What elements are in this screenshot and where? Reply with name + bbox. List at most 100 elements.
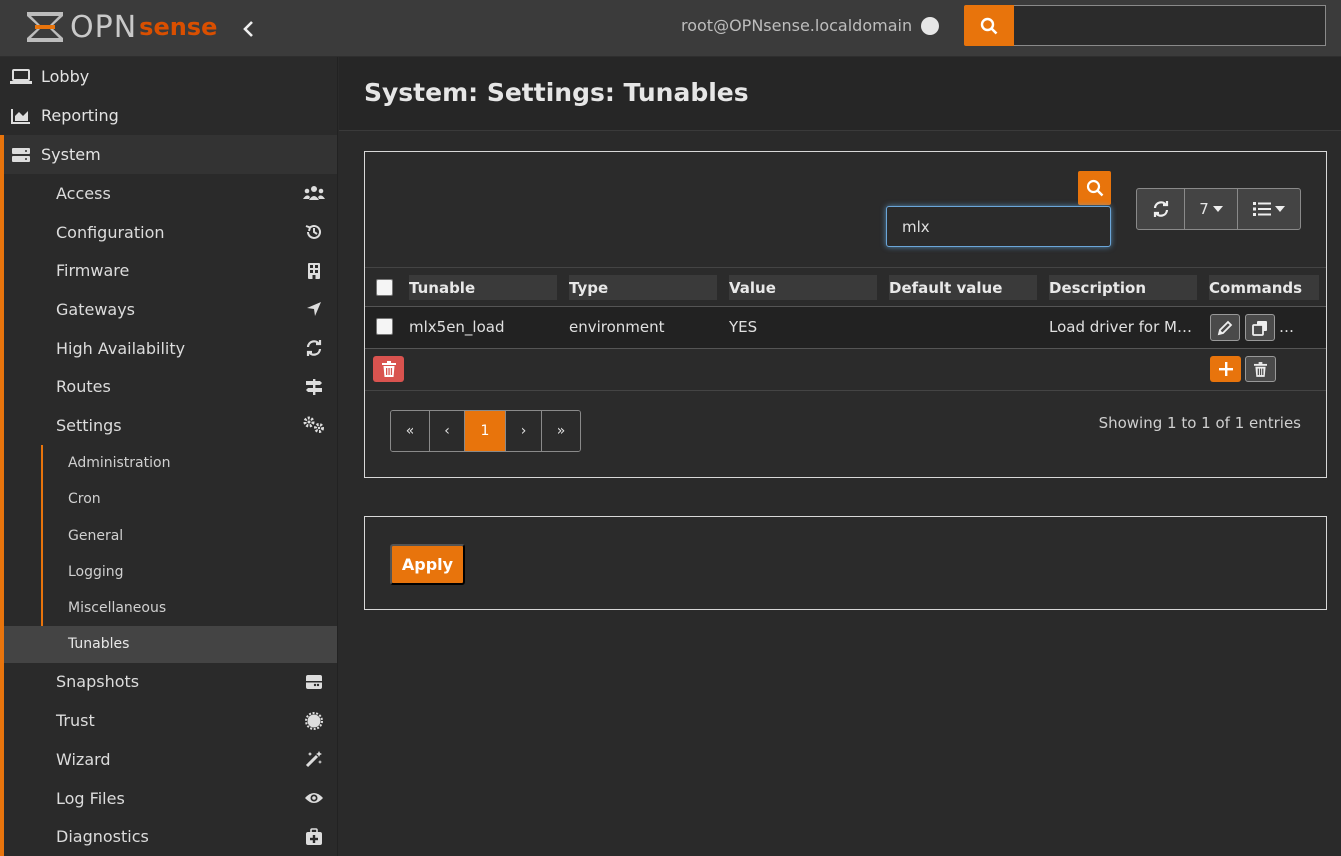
sidebar-item-log-files[interactable]: Log Files <box>4 779 337 818</box>
sidebar-subitem-logging[interactable]: Logging <box>4 554 337 590</box>
sidebar-item-label: Diagnostics <box>56 827 149 847</box>
page-title: System: Settings: Tunables <box>364 78 749 107</box>
settings-submenu: Administration Cron General Logging Misc… <box>4 444 337 663</box>
certificate-icon <box>303 711 325 731</box>
sidebar-subitem-cron[interactable]: Cron <box>4 481 337 517</box>
cell-type: environment <box>569 318 665 336</box>
cell-value: YES <box>729 318 758 336</box>
refresh-icon <box>1153 201 1168 217</box>
logo-text-main: OPN <box>70 9 138 45</box>
trash-icon <box>1254 361 1267 377</box>
clone-icon <box>1252 320 1267 336</box>
sidebar-item-label: Configuration <box>56 222 165 242</box>
search-icon <box>980 17 998 34</box>
sidebar-item-configuration[interactable]: Configuration <box>4 213 337 252</box>
sidebar-item-label: Settings <box>56 415 122 435</box>
pagination-next[interactable]: › <box>506 411 542 451</box>
delete-button[interactable] <box>1245 356 1276 382</box>
column-selector-dropdown[interactable] <box>1238 189 1300 229</box>
grid-search-button[interactable] <box>1078 171 1111 205</box>
table-row[interactable]: mlx5en_load environment YES Load driver … <box>365 307 1326 349</box>
sidebar-collapse-button[interactable] <box>238 16 260 42</box>
cogs-icon <box>303 415 325 435</box>
cell-description: Load driver for M… <box>1049 318 1192 336</box>
pagination-page-1[interactable]: 1 <box>465 411 506 451</box>
global-search-button[interactable] <box>964 5 1014 46</box>
building-icon <box>303 261 325 281</box>
trash-icon <box>381 361 396 377</box>
sidebar-item-label: High Availability <box>56 338 186 358</box>
tunables-grid-panel: 7 Tunable Type Value Default value Descr… <box>364 151 1327 478</box>
cell-tunable: mlx5en_load <box>409 318 505 336</box>
logo-text-sense: sense <box>139 13 218 41</box>
laptop-icon <box>10 68 32 86</box>
sidebar-item-firmware[interactable]: Firmware <box>4 251 337 290</box>
pagination: « ‹ 1 › » <box>390 410 581 452</box>
pagination-first[interactable]: « <box>391 411 430 451</box>
sidebar-item-lobby[interactable]: Lobby <box>0 57 337 96</box>
row-select-checkbox[interactable] <box>376 318 393 335</box>
sidebar-subitem-miscellaneous[interactable]: Miscellaneous <box>4 590 337 626</box>
page-size-dropdown[interactable]: 7 <box>1185 189 1238 229</box>
sidebar-item-label: Wizard <box>56 749 111 769</box>
table-footer <box>365 349 1326 391</box>
sidebar-item-settings[interactable]: Settings <box>4 406 337 445</box>
clone-button[interactable] <box>1245 314 1275 341</box>
pagination-last[interactable]: » <box>542 411 580 451</box>
sidebar: Lobby Reporting System Access Configurat… <box>0 57 338 856</box>
column-header-commands: Commands <box>1209 275 1319 300</box>
sidebar-subitem-tunables[interactable]: Tunables <box>4 626 337 663</box>
sidebar-item-diagnostics[interactable]: Diagnostics <box>4 817 337 856</box>
refresh-icon <box>303 338 325 358</box>
logo-mark-icon <box>27 12 63 42</box>
caret-down-icon <box>1212 206 1223 212</box>
sidebar-item-gateways[interactable]: Gateways <box>4 290 337 329</box>
sidebar-item-high-availability[interactable]: High Availability <box>4 329 337 368</box>
user-label[interactable]: root@OPNsense.localdomain <box>681 16 912 35</box>
top-bar: OPN sense root@OPNsense.localdomain <box>0 0 1341 57</box>
grid-search-input[interactable] <box>886 206 1111 247</box>
sidebar-item-routes[interactable]: Routes <box>4 367 337 406</box>
delete-selected-button[interactable] <box>373 356 404 382</box>
column-header-value[interactable]: Value <box>729 275 877 300</box>
column-header-type[interactable]: Type <box>569 275 717 300</box>
sidebar-item-access[interactable]: Access <box>4 174 337 213</box>
entries-info: Showing 1 to 1 of 1 entries <box>1098 414 1301 432</box>
sidebar-item-wizard[interactable]: Wizard <box>4 740 337 779</box>
sidebar-item-label: Snapshots <box>56 672 140 692</box>
apply-button[interactable]: Apply <box>390 544 465 585</box>
sidebar-item-label: System <box>41 145 101 164</box>
location-arrow-icon <box>303 299 325 319</box>
system-group: System Access Configuration Firmware Gat… <box>0 135 337 856</box>
sidebar-item-snapshots[interactable]: Snapshots <box>4 663 337 702</box>
sidebar-subitem-administration[interactable]: Administration <box>4 445 337 481</box>
sidebar-item-trust[interactable]: Trust <box>4 701 337 740</box>
caret-down-icon <box>1275 206 1285 212</box>
add-button[interactable] <box>1210 356 1241 382</box>
global-search-input[interactable] <box>1014 5 1326 46</box>
signpost-icon <box>303 377 325 397</box>
magic-icon <box>303 749 325 769</box>
grid-actions-group: 7 <box>1136 188 1301 230</box>
status-indicator[interactable] <box>921 17 939 35</box>
sidebar-item-label: Firmware <box>56 261 130 281</box>
refresh-button[interactable] <box>1137 189 1185 229</box>
sidebar-item-label: Routes <box>56 377 111 397</box>
edit-button[interactable] <box>1210 314 1240 341</box>
sidebar-subitem-general[interactable]: General <box>4 517 337 553</box>
more-commands: … <box>1279 318 1294 336</box>
table-header: Tunable Type Value Default value Descrip… <box>365 267 1326 307</box>
plus-icon <box>1218 362 1233 376</box>
sidebar-item-reporting[interactable]: Reporting <box>0 96 337 135</box>
page-header: System: Settings: Tunables <box>339 57 1341 131</box>
search-icon <box>1086 179 1103 197</box>
pagination-prev[interactable]: ‹ <box>430 411 465 451</box>
opnsense-logo[interactable]: OPN sense <box>26 8 217 46</box>
sidebar-item-label: Gateways <box>56 299 136 319</box>
column-header-tunable[interactable]: Tunable <box>409 275 557 300</box>
eye-icon <box>303 788 325 808</box>
column-header-description[interactable]: Description <box>1049 275 1197 300</box>
select-all-checkbox[interactable] <box>376 279 393 296</box>
sidebar-item-system[interactable]: System <box>4 135 337 174</box>
column-header-default-value[interactable]: Default value <box>889 275 1037 300</box>
